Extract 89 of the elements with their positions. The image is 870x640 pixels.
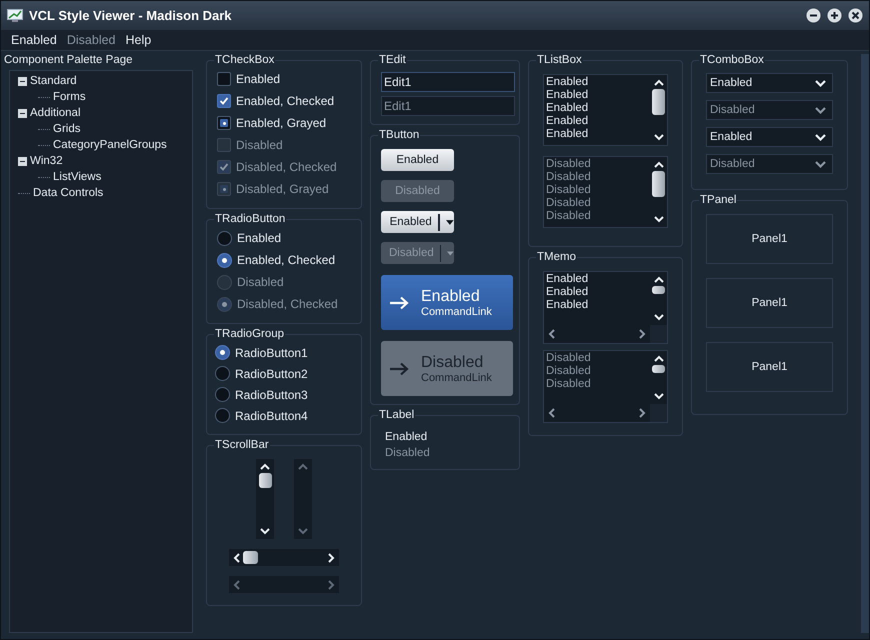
tree-item[interactable]: Forms [53, 91, 86, 103]
memo-line: Disabled [546, 352, 592, 365]
group-title: TButton [378, 129, 420, 141]
maximize-icon[interactable] [827, 8, 842, 23]
checkbox[interactable] [217, 116, 231, 130]
scroll-thumb[interactable] [652, 89, 665, 115]
checkbox-label: Enabled, Checked [236, 94, 334, 108]
tree-item[interactable]: ListViews [53, 171, 102, 183]
list-item[interactable]: Enabled [546, 89, 648, 102]
group-title: TLabel [378, 409, 416, 421]
memo-box[interactable]: Enabled Enabled Enabled [543, 271, 668, 344]
list-item[interactable]: Enabled [546, 76, 648, 89]
command-link-button[interactable]: Enabled CommandLink [381, 275, 513, 330]
memo-line: Disabled [546, 378, 592, 391]
radio-button[interactable] [215, 408, 230, 423]
group-title: TCheckBox [214, 54, 276, 66]
caret-icon[interactable] [446, 220, 454, 224]
group-title: TRadioButton [214, 213, 286, 225]
group-title: TMemo [536, 251, 577, 263]
group-title: TScrollBar [214, 439, 270, 451]
tree-item[interactable]: Standard [30, 75, 77, 87]
panel: Panel1 [706, 214, 833, 264]
split-button[interactable]: Enabled [381, 211, 454, 233]
radio-button[interactable] [215, 345, 230, 360]
list-item[interactable]: Enabled [546, 115, 648, 128]
scrollbar-corner [650, 404, 667, 422]
radio-button[interactable] [217, 230, 232, 246]
group-title: TComboBox [699, 54, 765, 66]
collapse-icon[interactable] [18, 76, 27, 86]
memo-line: Enabled [546, 273, 590, 286]
radio-label: Disabled, Checked [237, 297, 338, 311]
radio-label: Enabled [237, 231, 282, 245]
window-title: VCL Style Viewer - Madison Dark [29, 8, 232, 23]
group-title: TListBox [536, 54, 583, 66]
checkbox-label: Disabled, Grayed [236, 182, 329, 196]
close-icon[interactable] [848, 8, 863, 23]
radio-label: RadioButton4 [235, 408, 308, 422]
tree-item[interactable]: Grids [53, 123, 80, 135]
checkbox-label: Enabled, Grayed [236, 116, 326, 130]
radio-label: RadioButton1 [235, 346, 308, 360]
vertical-scrollbar[interactable] [256, 459, 274, 539]
window-icon [7, 8, 23, 22]
radio-button[interactable] [215, 387, 230, 402]
chevron-left-icon[interactable] [548, 329, 555, 339]
collapse-icon[interactable] [18, 156, 27, 166]
chevron-right-icon[interactable] [639, 329, 646, 339]
group-title: TEdit [378, 54, 407, 66]
horizontal-scrollbar[interactable] [229, 549, 339, 566]
radio-label: Enabled, Checked [237, 253, 336, 267]
list-item[interactable]: Enabled [546, 128, 648, 141]
group-title: TPanel [699, 194, 738, 206]
list-box[interactable]: Enabled Enabled Enabled Enabled Enabled [543, 74, 668, 146]
tree-item[interactable]: Additional [30, 107, 81, 119]
collapse-icon[interactable] [18, 108, 27, 118]
scroll-thumb[interactable] [258, 473, 272, 488]
arrow-right-icon [389, 362, 409, 376]
radio-label: RadioButton3 [235, 388, 308, 402]
radio-button[interactable] [217, 252, 232, 268]
arrow-right-icon [389, 296, 409, 310]
menu-item[interactable]: Enabled [11, 33, 57, 47]
checkbox-label: Disabled [236, 138, 283, 152]
radio-label: Disabled [237, 275, 284, 289]
scroll-thumb[interactable] [652, 286, 665, 294]
tree-item[interactable]: Win32 [30, 155, 63, 167]
tree-item[interactable]: Data Controls [33, 187, 104, 199]
tree-item[interactable]: CategoryPanelGroups [53, 139, 167, 151]
checkbox-label: Enabled [236, 72, 280, 86]
text-field[interactable]: Edit1 [381, 72, 515, 92]
memo-line: Disabled [546, 365, 592, 378]
scrollbar-corner [650, 325, 667, 343]
sidebar-title: Component Palette Page [4, 54, 134, 68]
label-text: Enabled [385, 430, 428, 445]
memo-line: Enabled [546, 299, 590, 312]
label-text: Disabled [385, 446, 431, 461]
combo-box[interactable]: Enabled [706, 127, 833, 147]
panel: Panel1 [706, 278, 833, 328]
radio-label: RadioButton2 [235, 366, 308, 380]
minimize-icon[interactable] [806, 8, 821, 23]
list-item[interactable]: Enabled [546, 102, 648, 115]
panel: Panel1 [706, 342, 833, 392]
checkbox[interactable] [217, 72, 231, 86]
push-button[interactable]: Enabled [381, 149, 454, 171]
memo-line: Enabled [546, 286, 590, 299]
scroll-thumb[interactable] [243, 551, 258, 564]
checkbox-label: Disabled, Checked [236, 160, 337, 174]
menu-item[interactable]: Help [126, 33, 152, 47]
combo-box[interactable]: Enabled [706, 73, 833, 93]
group-title: TRadioGroup [214, 328, 286, 340]
radio-button[interactable] [215, 366, 230, 381]
